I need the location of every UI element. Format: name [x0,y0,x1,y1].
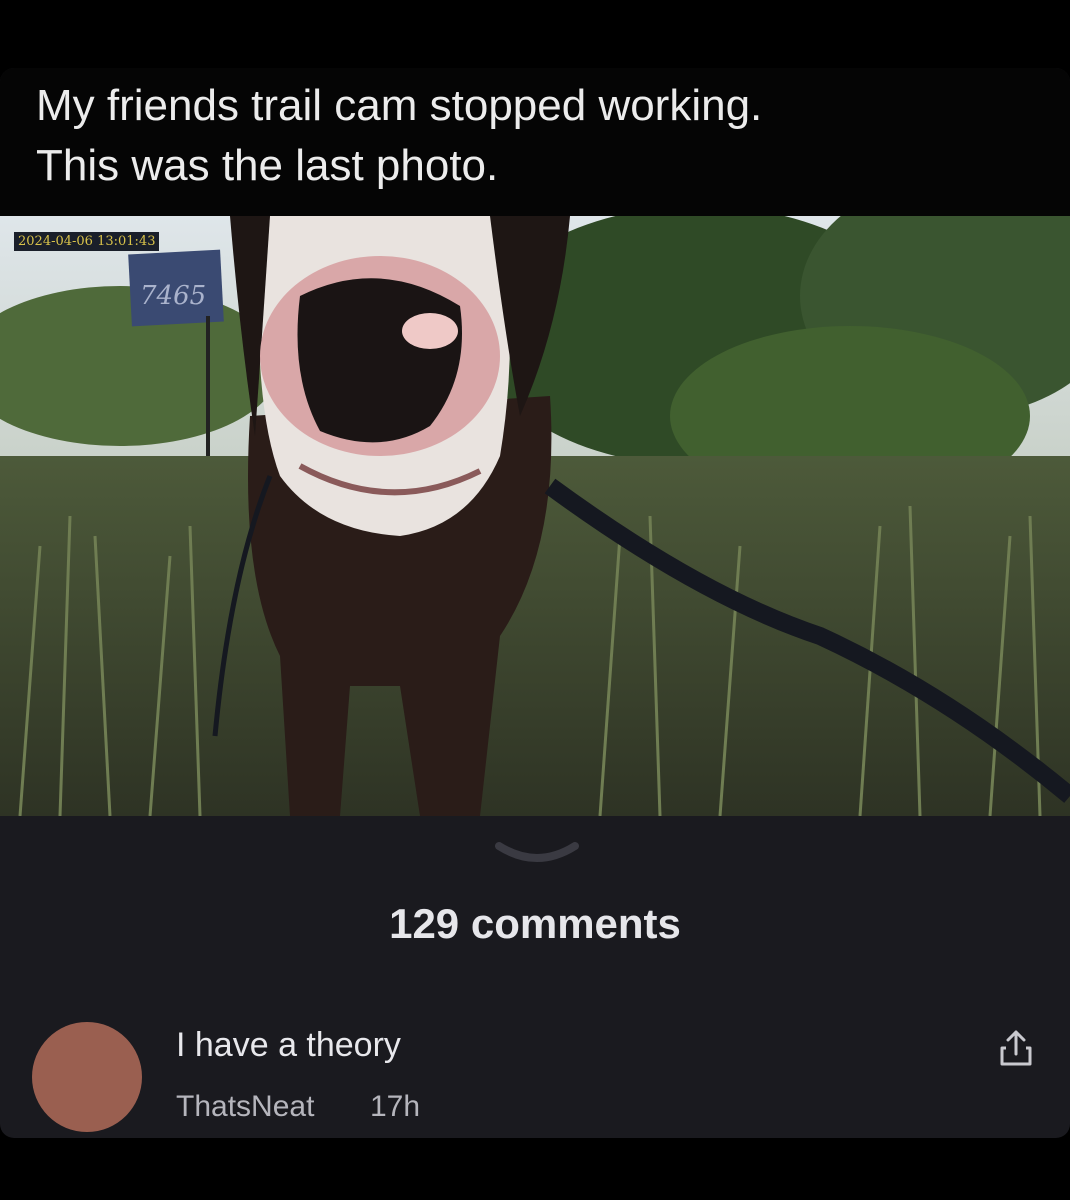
comment-count[interactable]: 129 comments [0,900,1070,948]
post-card: My friends trail cam stopped working. Th… [0,68,1070,1138]
avatar[interactable] [32,1022,142,1132]
timestamp-overlay: 2024-04-06 13:01:43 [14,232,160,251]
photo-illustration: 7465 [0,216,1070,816]
comment-text: I have a theory [176,1026,401,1064]
caption-text: My friends trail cam stopped working. Th… [36,81,763,190]
comment-timestamp: 17h [370,1090,421,1123]
trail-cam-photo[interactable]: 7465 2024-04-06 13:01:43 [0,216,1070,816]
comment-author[interactable]: ThatsNeat [176,1090,314,1124]
post-caption: My friends trail cam stopped working. Th… [0,68,1070,216]
ear-tag-text: 7465 [140,281,206,311]
chevron-down-icon[interactable] [495,840,579,864]
share-icon[interactable] [998,1028,1034,1068]
